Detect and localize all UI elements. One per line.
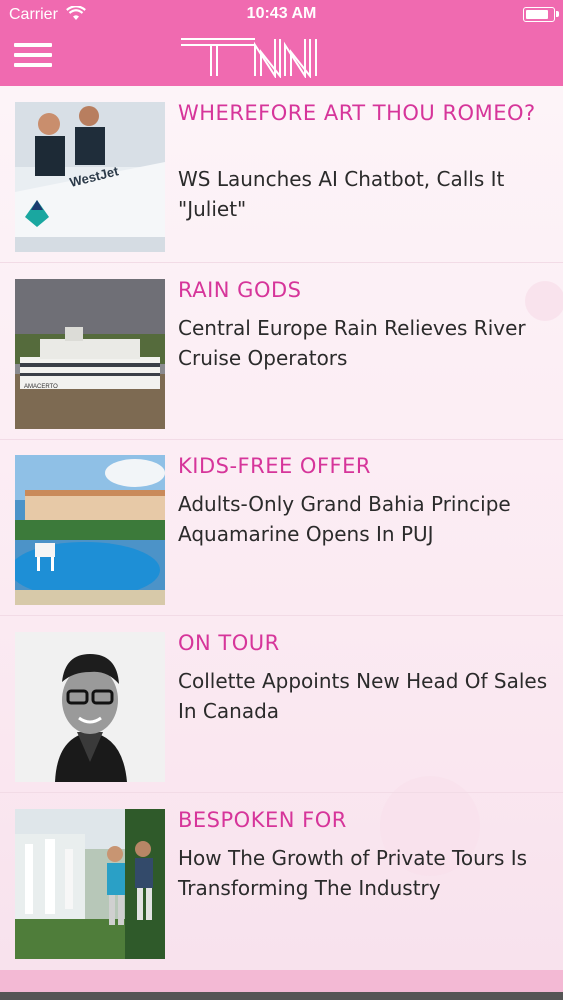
article-item-3[interactable]: KIDS-FREE OFFER Adults-Only Grand Bahia … <box>0 439 563 616</box>
article-headline: WS Launches AI Chatbot, Calls It "Juliet… <box>178 167 505 221</box>
svg-text:AMACERTO: AMACERTO <box>24 384 58 390</box>
article-headline: Collette Appoints New Head Of Sales In C… <box>178 669 548 723</box>
article-thumbnail-5 <box>15 809 165 959</box>
article-kicker: KIDS-FREE OFFER <box>178 454 371 478</box>
article-kicker: RAIN GODS <box>178 278 302 302</box>
article-list: WestJet WHEREFORE ART THOU ROMEO? WS Lau… <box>0 86 563 970</box>
article-thumbnail-2: AMACERTO <box>15 279 165 429</box>
article-kicker: ON TOUR <box>178 631 280 655</box>
article-item-2[interactable]: AMACERTO RAIN GODS Central Europe Rain R… <box>0 263 563 440</box>
article-headline: Central Europe Rain Relieves River Cruis… <box>178 316 526 370</box>
article-item-5[interactable]: BESPOKEN FOR How The Growth of Private T… <box>0 793 563 969</box>
footer-bar <box>0 970 563 1000</box>
article-thumbnail-4 <box>15 632 165 782</box>
article-kicker: BESPOKEN FOR <box>178 808 347 832</box>
bottom-edge <box>0 992 563 1000</box>
article-headline: How The Growth of Private Tours Is Trans… <box>178 846 528 900</box>
article-thumbnail-1: WestJet <box>15 102 165 252</box>
battery-icon <box>523 7 559 22</box>
article-kicker: WHEREFORE ART THOU ROMEO? <box>178 101 536 125</box>
tnn-logo[interactable] <box>179 36 331 80</box>
article-item-1[interactable]: WestJet WHEREFORE ART THOU ROMEO? WS Lau… <box>0 86 563 263</box>
status-time: 10:43 AM <box>246 5 317 22</box>
app-header: Carrier 10:43 AM <box>0 0 563 86</box>
article-headline: Adults-Only Grand Bahia Principe Aquamar… <box>178 492 511 546</box>
article-thumbnail-3 <box>15 455 165 605</box>
article-item-4[interactable]: ON TOUR Collette Appoints New Head Of Sa… <box>0 616 563 793</box>
status-bar: Carrier 10:43 AM <box>0 0 563 30</box>
hamburger-menu-icon[interactable] <box>14 39 52 71</box>
